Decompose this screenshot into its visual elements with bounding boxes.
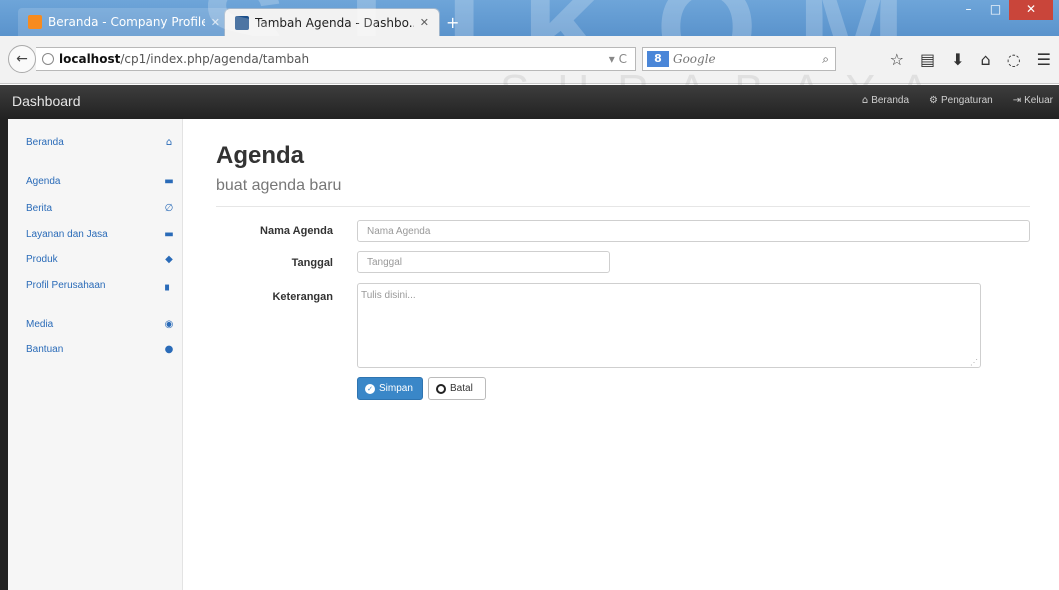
sidebar-item-label: Bantuan <box>26 344 64 355</box>
download-icon[interactable]: ⬇ <box>951 50 964 69</box>
menu-icon[interactable]: ☰ <box>1037 50 1051 69</box>
topbar-link-label: Keluar <box>1024 95 1053 106</box>
app-topbar: Dashboard ⌂ Beranda ⚙ Pengaturan ⇥ Keluar <box>0 85 1059 119</box>
new-tab-button[interactable]: + <box>446 13 459 32</box>
reading-list-icon[interactable]: ▤ <box>920 50 935 69</box>
topbar-link-label: Beranda <box>871 95 910 106</box>
minimize-icon[interactable]: – <box>955 0 982 20</box>
sidebar-item-agenda[interactable]: Agenda ▬ <box>26 176 176 187</box>
sidebar-item-label: Layanan dan Jasa <box>26 229 108 240</box>
close-window-icon[interactable]: ✕ <box>1009 0 1053 20</box>
sidebar-item-label: Media <box>26 319 54 330</box>
tanggal-label: Tanggal <box>291 257 333 269</box>
home-icon[interactable]: ⌂ <box>981 50 991 69</box>
url-bar[interactable]: localhost /cp1/index.php/agenda/tambah ▾… <box>36 47 636 71</box>
tab-close-icon[interactable]: ✕ <box>420 16 429 29</box>
topbar-link-beranda[interactable]: ⌂ Beranda <box>862 95 909 106</box>
sidebar-item-label: Berita <box>26 203 53 214</box>
briefcase-icon: ▬ <box>164 229 174 240</box>
reload-icon[interactable]: ▾ C <box>609 52 627 66</box>
topbar-link-keluar[interactable]: ⇥ Keluar <box>1013 95 1053 106</box>
tag-icon: ◆ <box>165 254 173 265</box>
gear-icon: ⚙ <box>929 95 938 106</box>
pocket-icon[interactable]: ◌ <box>1007 50 1021 69</box>
save-label: Simpan <box>379 383 413 394</box>
sidebar-item-layanan[interactable]: Layanan dan Jasa ▬ <box>26 229 176 240</box>
tanggal-input[interactable] <box>357 251 610 273</box>
toolbar-icons: ☆ ▤ ⬇ ⌂ ◌ ☰ <box>890 50 1051 69</box>
nama-agenda-label: Nama Agenda <box>260 225 333 237</box>
check-circle-icon: ✓ <box>365 383 375 394</box>
home-icon: ⌂ <box>861 95 869 106</box>
save-button[interactable]: ✓ Simpan <box>357 377 423 400</box>
keterangan-textarea[interactable] <box>357 283 981 368</box>
paperclip-icon: ∅ <box>164 203 174 214</box>
star-icon[interactable]: ☆ <box>890 50 904 69</box>
sidebar: Beranda ⌂ Agenda ▬ Berita ∅ Layanan dan … <box>8 119 183 590</box>
nama-agenda-input[interactable] <box>357 220 1030 242</box>
page-title: Agenda <box>216 142 305 169</box>
resize-grip-icon[interactable]: ⋰ <box>970 358 978 367</box>
sidebar-item-bantuan[interactable]: Bantuan ● <box>26 344 176 355</box>
logout-icon: ⇥ <box>1012 95 1022 106</box>
calendar-icon: ▬ <box>164 176 174 187</box>
sidebar-item-beranda[interactable]: Beranda ⌂ <box>26 137 176 148</box>
page-subtitle: buat agenda baru <box>216 177 342 194</box>
sidebar-item-berita[interactable]: Berita ∅ <box>26 203 176 214</box>
circle-icon <box>436 383 446 394</box>
back-button[interactable]: ← <box>8 45 36 73</box>
url-host: localhost <box>59 52 121 66</box>
tab-close-icon[interactable]: ✕ <box>211 16 220 29</box>
topbar-link-pengaturan[interactable]: ⚙ Pengaturan <box>929 95 993 106</box>
tab-tambah-agenda[interactable]: Tambah Agenda - Dashbo... ✕ <box>224 8 440 36</box>
sidebar-item-label: Agenda <box>26 176 61 187</box>
dashboard-favicon-icon <box>235 15 249 30</box>
search-bar[interactable]: 8 Google ⌕ <box>642 47 836 71</box>
app-brand[interactable]: Dashboard <box>12 93 81 109</box>
browser-titlebar: Beranda - Company Profile ✕ Tambah Agend… <box>0 0 1059 100</box>
sidebar-item-produk[interactable]: Produk ◆ <box>26 254 176 265</box>
title-divider <box>216 206 1030 207</box>
home-icon: ⌂ <box>165 137 173 148</box>
question-icon: ● <box>164 344 174 355</box>
sidebar-item-label: Produk <box>26 254 58 265</box>
xampp-favicon-icon <box>28 15 42 29</box>
tab-title: Beranda - Company Profile <box>48 15 205 29</box>
tab-title: Tambah Agenda - Dashbo... <box>255 15 414 30</box>
globe-icon <box>42 53 54 65</box>
keterangan-label: Keterangan <box>272 291 333 303</box>
url-path: /cp1/index.php/agenda/tambah <box>120 52 310 66</box>
browser-navbar: ← localhost /cp1/index.php/agenda/tambah… <box>0 36 1059 84</box>
bar-chart-icon: ▖ <box>165 280 173 291</box>
camera-icon: ◉ <box>164 319 174 330</box>
sidebar-item-profil[interactable]: Profil Perusahaan ▖ <box>26 280 176 291</box>
cancel-button[interactable]: Batal <box>428 377 486 400</box>
sidebar-item-label: Beranda <box>26 137 64 148</box>
tab-beranda[interactable]: Beranda - Company Profile ✕ <box>18 8 230 36</box>
search-icon[interactable]: ⌕ <box>822 52 829 67</box>
maximize-icon[interactable]: □ <box>982 0 1009 20</box>
cancel-label: Batal <box>450 383 473 394</box>
window-left-edge <box>0 119 8 590</box>
topbar-links: ⌂ Beranda ⚙ Pengaturan ⇥ Keluar <box>862 95 1053 106</box>
search-placeholder: Google <box>673 52 716 66</box>
window-controls: – □ ✕ <box>955 0 1053 20</box>
sidebar-item-label: Profil Perusahaan <box>26 280 106 291</box>
search-engine-icon[interactable]: 8 <box>647 51 669 67</box>
sidebar-item-media[interactable]: Media ◉ <box>26 319 176 330</box>
topbar-link-label: Pengaturan <box>940 95 993 106</box>
